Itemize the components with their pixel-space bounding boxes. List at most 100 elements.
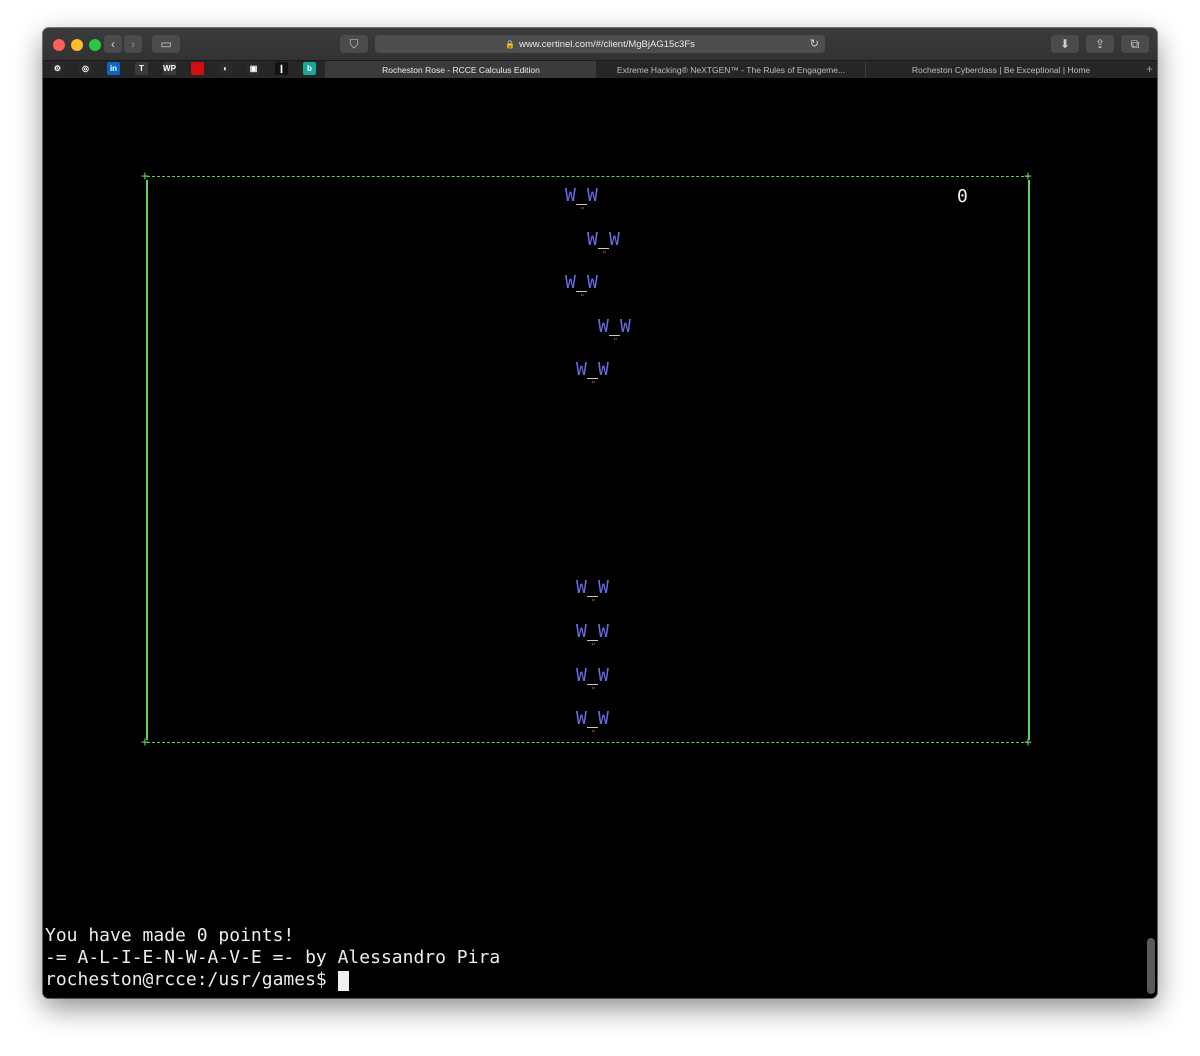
alien-wing: W: [598, 664, 609, 686]
alien-wing: W: [609, 228, 620, 250]
orange-circle-icon[interactable]: ◐: [219, 62, 232, 75]
linkedin-icon[interactable]: in: [107, 62, 120, 75]
teal-app-icon[interactable]: b: [303, 62, 316, 75]
minimize-window-button[interactable]: [71, 39, 83, 51]
tab-extreme-hacking[interactable]: Extreme Hacking® NeXTGEN™ - The Rules of…: [595, 61, 866, 78]
shield-icon: ⛉: [349, 36, 359, 51]
alien-leg: ": [591, 642, 596, 651]
alien-wing: W: [576, 664, 587, 686]
alien-leg: ": [591, 729, 596, 739]
terminal[interactable]: + + + + 0 W W " W W " W W " W W " W W " W W " W W " W W " W W " Yo…: [43, 78, 1157, 998]
browser-toolbar: ‹ › ▭ ⛉ 🔒 www.certinel.com/#/client/MgBj…: [43, 28, 1157, 60]
share-icon: ⇪: [1094, 37, 1106, 51]
alien-body: [587, 640, 598, 641]
terminal-line-points: You have made 0 points!: [45, 925, 295, 946]
alien-ship: W W ": [576, 709, 616, 745]
alien-wing: W: [598, 621, 609, 642]
alien-wing: W: [576, 708, 587, 730]
alien-ship: W W ": [587, 228, 627, 266]
alien-wing: W: [576, 577, 587, 599]
tab-rocheston-rose[interactable]: Rocheston Rose - RCCE Calculus Edition: [325, 61, 596, 78]
alien-leg: ": [613, 336, 618, 346]
border-corner: +: [141, 169, 149, 184]
alien-wing: W: [565, 185, 576, 206]
download-icon: ⬇: [1059, 37, 1071, 51]
tab-label: Rocheston Cyberclass | Be Exceptional | …: [911, 64, 1091, 75]
tab-bar: ⚙ ◎ in T WP ◐ ▣ ❙ b Rocheston Rose - RCCE Calcul…: [43, 60, 1157, 79]
alien-ship: W W ": [576, 578, 616, 614]
alien-ship: W W ": [565, 186, 605, 222]
camera-circle-icon[interactable]: ◎: [79, 62, 92, 75]
alien-wing: W: [565, 272, 576, 294]
tab-rocheston-cyberclass[interactable]: Rocheston Cyberclass | Be Exceptional | …: [865, 61, 1136, 78]
alien-body: [598, 247, 609, 249]
terminal-prompt[interactable]: rocheston@rcce:/usr/games$: [45, 969, 338, 990]
alien-body: [587, 596, 598, 598]
alien-wing: W: [598, 359, 609, 381]
alien-leg: ": [591, 685, 596, 695]
address-bar[interactable]: 🔒 www.certinel.com/#/client/MgBjAG15c3Fs…: [375, 35, 825, 53]
terminal-cursor: [338, 971, 349, 991]
alien-leg: ": [591, 380, 596, 390]
alien-body: [587, 727, 598, 729]
alien-wing: W: [598, 315, 609, 337]
alien-wing: W: [598, 577, 609, 599]
alien-leg: ": [580, 293, 585, 303]
alien-body: [587, 683, 598, 685]
dark-app-icon[interactable]: ❙: [275, 62, 288, 75]
tab-label: Extreme Hacking® NeXTGEN™ - The Rules of…: [616, 64, 846, 75]
tabs-icon: ⧉: [1130, 36, 1140, 51]
tab-label: Rocheston Rose - RCCE Calculus Edition: [382, 64, 540, 75]
chevron-left-icon: ‹: [111, 37, 115, 51]
close-window-button[interactable]: [53, 39, 65, 51]
game-border-left: [146, 180, 148, 740]
settings-icon[interactable]: ⚙: [51, 62, 64, 75]
alien-leg: ": [602, 249, 607, 259]
alien-leg: ": [591, 598, 596, 608]
share-button[interactable]: ⇪: [1086, 35, 1114, 53]
alien-ship: W W ": [598, 315, 638, 353]
plus-icon: +: [1145, 62, 1153, 76]
score-display: 0: [957, 186, 968, 207]
alien-body: [609, 334, 620, 336]
alien-wing: W: [587, 272, 598, 294]
red-square-icon[interactable]: [191, 62, 204, 75]
sidebar-icon: ▭: [160, 37, 172, 51]
chevron-right-icon: ›: [131, 37, 135, 51]
terminal-scrollbar[interactable]: [1147, 938, 1155, 994]
alien-body: [587, 378, 598, 380]
alien-wing: W: [598, 708, 609, 730]
alien-ship: W W ": [576, 664, 616, 702]
new-tab-button[interactable]: +: [1146, 61, 1153, 78]
lock-icon: 🔒: [505, 39, 516, 49]
reload-icon[interactable]: ↻: [810, 37, 819, 50]
alien-body: [576, 291, 587, 293]
alien-wing: W: [620, 315, 631, 337]
border-corner: +: [141, 735, 149, 750]
alien-ship: W W ": [576, 360, 616, 396]
border-corner: +: [1024, 735, 1032, 750]
privacy-report-button[interactable]: ⛉: [340, 35, 368, 53]
border-corner: +: [1024, 169, 1032, 184]
terminal-line-credits: -= A-L-I-E-N-W-A-V-E =- by Alessandro Pi…: [45, 947, 501, 968]
alien-body: [576, 204, 587, 205]
zoom-window-button[interactable]: [89, 39, 101, 51]
wp-logo-icon[interactable]: WP: [163, 62, 176, 75]
alien-wing: W: [576, 621, 587, 642]
alien-ship: W W ": [565, 273, 605, 309]
t-logo-icon[interactable]: T: [135, 62, 148, 75]
forward-button[interactable]: ›: [124, 35, 142, 53]
url-text: www.certinel.com/#/client/MgBjAG15c3Fs: [519, 38, 695, 50]
downloads-button[interactable]: ⬇: [1051, 35, 1079, 53]
tab-overview-button[interactable]: ⧉: [1121, 35, 1149, 53]
game-border-right: [1028, 180, 1030, 740]
back-button[interactable]: ‹: [104, 35, 122, 53]
alien-wing: W: [587, 228, 598, 250]
sidebar-toggle-button[interactable]: ▭: [152, 35, 180, 53]
alien-ship: W W ": [576, 622, 616, 658]
camera-icon[interactable]: ▣: [247, 62, 260, 75]
alien-wing: W: [587, 185, 598, 206]
alien-leg: ": [580, 206, 585, 215]
game-border-top: [147, 176, 1029, 177]
alien-wing: W: [576, 359, 587, 381]
